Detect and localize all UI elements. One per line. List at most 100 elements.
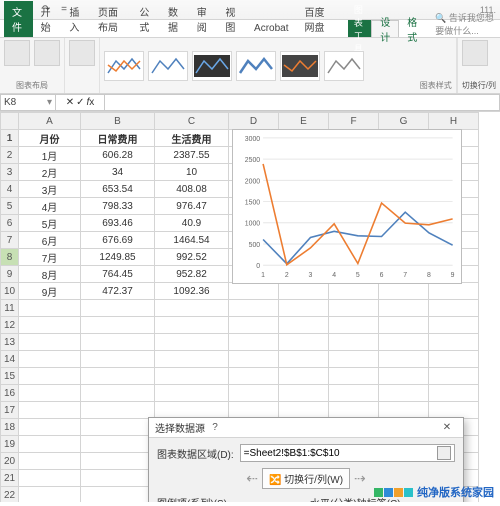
- help-icon[interactable]: ?: [205, 422, 225, 433]
- cell[interactable]: [81, 470, 155, 487]
- chart-data-range-input[interactable]: [240, 444, 455, 462]
- col-header[interactable]: H: [429, 113, 479, 130]
- cell[interactable]: [81, 334, 155, 351]
- col-header[interactable]: A: [19, 113, 81, 130]
- grid-row[interactable]: 16: [1, 385, 479, 402]
- cancel-icon[interactable]: ✕: [66, 97, 74, 108]
- cell[interactable]: [279, 334, 329, 351]
- row-header[interactable]: 21: [1, 470, 19, 487]
- cell[interactable]: [379, 300, 429, 317]
- grid-row[interactable]: 17: [1, 402, 479, 419]
- cell[interactable]: [81, 436, 155, 453]
- cell[interactable]: 40.9: [155, 215, 229, 232]
- cell[interactable]: [81, 402, 155, 419]
- grid-row[interactable]: 14: [1, 351, 479, 368]
- row-header[interactable]: 2: [1, 147, 19, 164]
- cell[interactable]: [81, 351, 155, 368]
- cell[interactable]: [81, 487, 155, 503]
- add-chart-element-button[interactable]: [4, 40, 30, 66]
- chart-style-thumb[interactable]: [280, 51, 320, 81]
- cell[interactable]: 606.28: [81, 147, 155, 164]
- cell[interactable]: [329, 334, 379, 351]
- cell[interactable]: 34: [81, 164, 155, 181]
- switch-row-column-button[interactable]: 🔀 切换行/列(W): [262, 468, 350, 489]
- cell[interactable]: [155, 351, 229, 368]
- row-header[interactable]: 8: [1, 249, 19, 266]
- cell[interactable]: 693.46: [81, 215, 155, 232]
- cell[interactable]: 10: [155, 164, 229, 181]
- col-header[interactable]: D: [229, 113, 279, 130]
- cell[interactable]: [155, 402, 229, 419]
- cell[interactable]: [81, 419, 155, 436]
- grid-row[interactable]: 12: [1, 317, 479, 334]
- cell[interactable]: [279, 368, 329, 385]
- cell[interactable]: [19, 402, 81, 419]
- cell[interactable]: [379, 402, 429, 419]
- row-header[interactable]: 6: [1, 215, 19, 232]
- cell[interactable]: [379, 385, 429, 402]
- cell[interactable]: [229, 334, 279, 351]
- cell[interactable]: 992.52: [155, 249, 229, 266]
- col-header[interactable]: F: [329, 113, 379, 130]
- row-header[interactable]: 3: [1, 164, 19, 181]
- cell[interactable]: 764.45: [81, 266, 155, 283]
- chart-style-thumb[interactable]: [236, 51, 276, 81]
- cell[interactable]: [81, 300, 155, 317]
- tab-data[interactable]: 数据: [160, 1, 189, 37]
- cell[interactable]: 2387.55: [155, 147, 229, 164]
- col-header[interactable]: E: [279, 113, 329, 130]
- tab-page-layout[interactable]: 页面布局: [90, 1, 131, 37]
- cell[interactable]: 7月: [19, 249, 81, 266]
- cell[interactable]: [429, 317, 479, 334]
- cell[interactable]: [329, 300, 379, 317]
- cell[interactable]: [19, 436, 81, 453]
- chart-data-range-field[interactable]: [244, 448, 437, 459]
- row-header[interactable]: 1: [1, 130, 19, 147]
- cell[interactable]: [81, 385, 155, 402]
- close-icon[interactable]: ✕: [437, 422, 457, 433]
- cell[interactable]: [155, 334, 229, 351]
- cell[interactable]: [279, 402, 329, 419]
- cell[interactable]: 976.47: [155, 198, 229, 215]
- row-header[interactable]: 12: [1, 317, 19, 334]
- cell[interactable]: [229, 368, 279, 385]
- row-header[interactable]: 9: [1, 266, 19, 283]
- cell[interactable]: 4月: [19, 198, 81, 215]
- tell-me-input[interactable]: 🔍 告诉我您想要做什么...: [435, 11, 500, 37]
- cell[interactable]: [155, 317, 229, 334]
- chart-style-thumb[interactable]: [104, 51, 144, 81]
- cell[interactable]: 8月: [19, 266, 81, 283]
- row-header[interactable]: 20: [1, 453, 19, 470]
- tab-home[interactable]: 开始: [33, 1, 62, 37]
- cell[interactable]: [429, 351, 479, 368]
- cell[interactable]: [329, 368, 379, 385]
- chart-style-thumb[interactable]: [324, 51, 364, 81]
- dialog-titlebar[interactable]: 选择数据源 ? ✕: [149, 418, 463, 438]
- col-header[interactable]: G: [379, 113, 429, 130]
- col-header[interactable]: B: [81, 113, 155, 130]
- cell[interactable]: [229, 300, 279, 317]
- grid-row[interactable]: 15: [1, 368, 479, 385]
- cell[interactable]: 9月: [19, 283, 81, 300]
- cell[interactable]: [429, 368, 479, 385]
- col-header[interactable]: C: [155, 113, 229, 130]
- embedded-line-chart[interactable]: 050010001500200025003000123456789: [232, 129, 462, 284]
- cell[interactable]: [229, 402, 279, 419]
- cell[interactable]: [279, 351, 329, 368]
- grid-row[interactable]: 109月472.371092.36: [1, 283, 479, 300]
- cell[interactable]: [429, 283, 479, 300]
- cell[interactable]: [155, 368, 229, 385]
- cell[interactable]: [279, 300, 329, 317]
- cell[interactable]: [279, 385, 329, 402]
- grid-row[interactable]: 13: [1, 334, 479, 351]
- change-colors-button[interactable]: [69, 40, 95, 66]
- tab-review[interactable]: 审阅: [189, 1, 218, 37]
- cell[interactable]: [329, 317, 379, 334]
- tab-chart-design[interactable]: 设计: [371, 20, 399, 37]
- cell[interactable]: [379, 368, 429, 385]
- cell[interactable]: 3月: [19, 181, 81, 198]
- row-header[interactable]: 5: [1, 198, 19, 215]
- cell[interactable]: [329, 351, 379, 368]
- name-box[interactable]: K8 ▾: [0, 94, 56, 111]
- row-header[interactable]: 14: [1, 351, 19, 368]
